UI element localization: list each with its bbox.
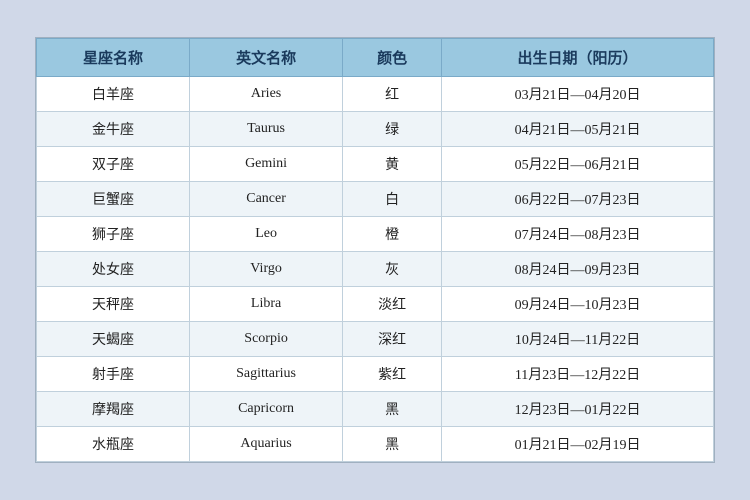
cell-color: 深红 — [343, 322, 442, 357]
cell-chinese-name: 天蝎座 — [37, 322, 190, 357]
header-color: 颜色 — [343, 39, 442, 77]
cell-color: 红 — [343, 77, 442, 112]
cell-english-name: Virgo — [190, 252, 343, 287]
cell-dates: 07月24日—08月23日 — [442, 217, 714, 252]
cell-dates: 01月21日—02月19日 — [442, 427, 714, 462]
cell-chinese-name: 巨蟹座 — [37, 182, 190, 217]
cell-color: 绿 — [343, 112, 442, 147]
cell-chinese-name: 射手座 — [37, 357, 190, 392]
table-row: 射手座Sagittarius紫红11月23日—12月22日 — [37, 357, 714, 392]
cell-color: 淡红 — [343, 287, 442, 322]
cell-dates: 06月22日—07月23日 — [442, 182, 714, 217]
cell-dates: 08月24日—09月23日 — [442, 252, 714, 287]
cell-dates: 04月21日—05月21日 — [442, 112, 714, 147]
cell-english-name: Sagittarius — [190, 357, 343, 392]
table-row: 水瓶座Aquarius黑01月21日—02月19日 — [37, 427, 714, 462]
cell-english-name: Capricorn — [190, 392, 343, 427]
table-row: 天蝎座Scorpio深红10月24日—11月22日 — [37, 322, 714, 357]
table-row: 摩羯座Capricorn黑12月23日—01月22日 — [37, 392, 714, 427]
table-row: 处女座Virgo灰08月24日—09月23日 — [37, 252, 714, 287]
cell-color: 黄 — [343, 147, 442, 182]
cell-chinese-name: 狮子座 — [37, 217, 190, 252]
cell-color: 黑 — [343, 392, 442, 427]
cell-english-name: Cancer — [190, 182, 343, 217]
cell-chinese-name: 天秤座 — [37, 287, 190, 322]
cell-chinese-name: 金牛座 — [37, 112, 190, 147]
table-row: 白羊座Aries红03月21日—04月20日 — [37, 77, 714, 112]
cell-english-name: Aries — [190, 77, 343, 112]
cell-dates: 11月23日—12月22日 — [442, 357, 714, 392]
cell-dates: 12月23日—01月22日 — [442, 392, 714, 427]
cell-chinese-name: 摩羯座 — [37, 392, 190, 427]
cell-color: 灰 — [343, 252, 442, 287]
table-header-row: 星座名称 英文名称 颜色 出生日期（阳历） — [37, 39, 714, 77]
cell-chinese-name: 双子座 — [37, 147, 190, 182]
cell-dates: 10月24日—11月22日 — [442, 322, 714, 357]
cell-english-name: Scorpio — [190, 322, 343, 357]
header-chinese-name: 星座名称 — [37, 39, 190, 77]
cell-color: 橙 — [343, 217, 442, 252]
table-row: 双子座Gemini黄05月22日—06月21日 — [37, 147, 714, 182]
cell-english-name: Taurus — [190, 112, 343, 147]
cell-english-name: Gemini — [190, 147, 343, 182]
cell-chinese-name: 白羊座 — [37, 77, 190, 112]
cell-english-name: Libra — [190, 287, 343, 322]
table-row: 巨蟹座Cancer白06月22日—07月23日 — [37, 182, 714, 217]
cell-chinese-name: 处女座 — [37, 252, 190, 287]
table-row: 狮子座Leo橙07月24日—08月23日 — [37, 217, 714, 252]
cell-dates: 03月21日—04月20日 — [442, 77, 714, 112]
table-row: 金牛座Taurus绿04月21日—05月21日 — [37, 112, 714, 147]
zodiac-table-container: 星座名称 英文名称 颜色 出生日期（阳历） 白羊座Aries红03月21日—04… — [35, 37, 715, 463]
cell-color: 紫红 — [343, 357, 442, 392]
table-row: 天秤座Libra淡红09月24日—10月23日 — [37, 287, 714, 322]
cell-color: 黑 — [343, 427, 442, 462]
header-dates: 出生日期（阳历） — [442, 39, 714, 77]
cell-dates: 05月22日—06月21日 — [442, 147, 714, 182]
cell-color: 白 — [343, 182, 442, 217]
zodiac-table: 星座名称 英文名称 颜色 出生日期（阳历） 白羊座Aries红03月21日—04… — [36, 38, 714, 462]
cell-chinese-name: 水瓶座 — [37, 427, 190, 462]
cell-dates: 09月24日—10月23日 — [442, 287, 714, 322]
cell-english-name: Aquarius — [190, 427, 343, 462]
cell-english-name: Leo — [190, 217, 343, 252]
header-english-name: 英文名称 — [190, 39, 343, 77]
